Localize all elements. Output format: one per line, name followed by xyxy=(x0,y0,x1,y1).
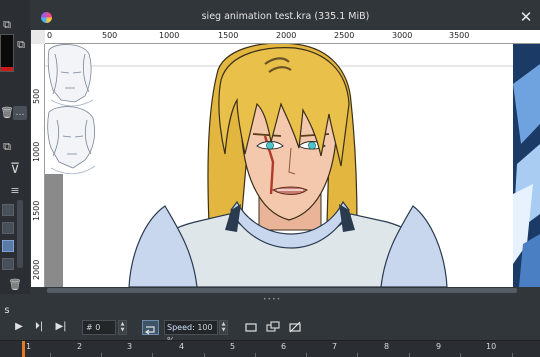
no-drop-frames-icon[interactable] xyxy=(288,320,302,334)
timeline-tick xyxy=(306,353,307,357)
foreground-color-strip xyxy=(1,67,13,71)
ruler-label: 2000 xyxy=(32,259,41,280)
ruler-label: 3000 xyxy=(392,31,413,40)
play-icon[interactable]: ▶ xyxy=(12,320,26,334)
timeline-tick xyxy=(357,353,358,357)
frame-number: 4 xyxy=(179,342,185,351)
frame-spinner[interactable]: ▲ ▼ xyxy=(118,320,127,335)
frame-number: 3 xyxy=(127,342,133,351)
loop-icon[interactable] xyxy=(142,320,159,335)
ruler-label: 1000 xyxy=(32,141,41,162)
vertical-ruler[interactable]: 500 1000 1500 2000 xyxy=(31,44,45,287)
reference-image-strip xyxy=(513,44,540,287)
animation-toolbar: s ▶ ⏵| ▶| # 0 ▲▼ Speed: 100 % ▲▼ xyxy=(0,300,540,345)
timeline-ruler[interactable]: 1 2 3 4 5 6 7 8 9 10 xyxy=(0,340,540,357)
speed-input[interactable]: Speed: 100 % xyxy=(164,320,218,345)
last-frame-icon[interactable]: ▶| xyxy=(54,320,68,334)
window-restore-icon[interactable]: ⧉ xyxy=(0,140,14,154)
color-swatch[interactable] xyxy=(0,34,14,72)
timeline-cursor[interactable] xyxy=(22,341,25,357)
next-frame-icon[interactable]: ⏵| xyxy=(32,320,46,334)
frame-number: 8 xyxy=(384,342,390,351)
frame-number: 5 xyxy=(230,342,236,351)
ruler-label: 0 xyxy=(47,31,53,40)
timeline-tick xyxy=(409,353,410,357)
timeline-tick xyxy=(460,353,461,357)
frame-number: 7 xyxy=(332,342,338,351)
frame-number: 9 xyxy=(436,342,442,351)
copy-layers-icon[interactable] xyxy=(266,320,280,334)
docker-scrollbar[interactable] xyxy=(17,200,23,268)
document-title: sieg animation test.kra (335.1 MiB) xyxy=(201,11,370,22)
layer-thumbnail-selected[interactable] xyxy=(2,240,14,252)
filter-icon[interactable]: ⊽ xyxy=(8,162,22,176)
menu-icon[interactable]: ≡ xyxy=(8,184,22,198)
timeline-tick xyxy=(204,353,205,357)
window-restore-icon[interactable]: ⧉ xyxy=(14,38,28,52)
ruler-label: 3500 xyxy=(449,31,470,40)
frame-number: 6 xyxy=(281,342,287,351)
layer-thumbnail[interactable] xyxy=(2,222,14,234)
horizontal-scrollbar[interactable] xyxy=(45,287,540,294)
canvas-subwindow: sieg animation test.kra (335.1 MiB) ✕ 0 … xyxy=(31,6,540,294)
frame-number: 1 xyxy=(26,342,32,351)
ruler-label: 1500 xyxy=(32,200,41,221)
timeline-tick xyxy=(152,353,153,357)
scrollbar-thumb[interactable] xyxy=(47,288,517,293)
ruler-label: 500 xyxy=(32,88,41,104)
layer-thumbnail[interactable] xyxy=(2,204,14,216)
layer-thumbnail[interactable] xyxy=(2,258,14,270)
ruler-label: 1000 xyxy=(159,31,180,40)
dock-menu-icon[interactable]: s xyxy=(0,304,14,318)
speed-spinner[interactable]: ▲ ▼ xyxy=(219,320,228,335)
frame-value: 0 xyxy=(95,323,101,332)
close-button[interactable]: ✕ xyxy=(518,8,534,26)
krita-window: ⧉ ⧉ 🗑 … ⧉ ⊽ ≡ 🗑 sieg animation test.kra … xyxy=(0,0,540,357)
horizontal-ruler[interactable]: 0 500 1000 1500 2000 2500 3000 3500 xyxy=(45,30,540,44)
trash-icon[interactable]: 🗑 xyxy=(0,106,14,120)
ruler-label: 2500 xyxy=(334,31,355,40)
frame-number: 10 xyxy=(486,342,497,351)
timeline-tick xyxy=(101,353,102,357)
timeline-tick xyxy=(50,353,51,357)
speed-label: Speed: xyxy=(167,323,195,332)
canvas-viewport[interactable] xyxy=(45,44,540,287)
trash-icon[interactable]: 🗑 xyxy=(8,278,22,292)
canvas-icon[interactable] xyxy=(244,320,258,334)
document-titlebar[interactable]: sieg animation test.kra (335.1 MiB) ✕ xyxy=(31,6,540,30)
more-button[interactable]: … xyxy=(13,106,27,120)
timeline-tick xyxy=(255,353,256,357)
ruler-label: 2000 xyxy=(276,31,297,40)
left-docker: ⧉ ⧉ 🗑 … ⧉ ⊽ ≡ 🗑 xyxy=(0,0,30,300)
timeline-tick xyxy=(512,353,513,357)
current-frame-input[interactable]: # 0 xyxy=(82,320,116,335)
ruler-corner xyxy=(31,30,45,44)
frame-number: 2 xyxy=(77,342,83,351)
window-restore-icon[interactable]: ⧉ xyxy=(0,18,14,32)
ruler-label: 500 xyxy=(102,31,118,40)
canvas-artwork xyxy=(45,44,540,287)
frame-prefix: # xyxy=(86,323,93,332)
ruler-label: 1500 xyxy=(218,31,239,40)
